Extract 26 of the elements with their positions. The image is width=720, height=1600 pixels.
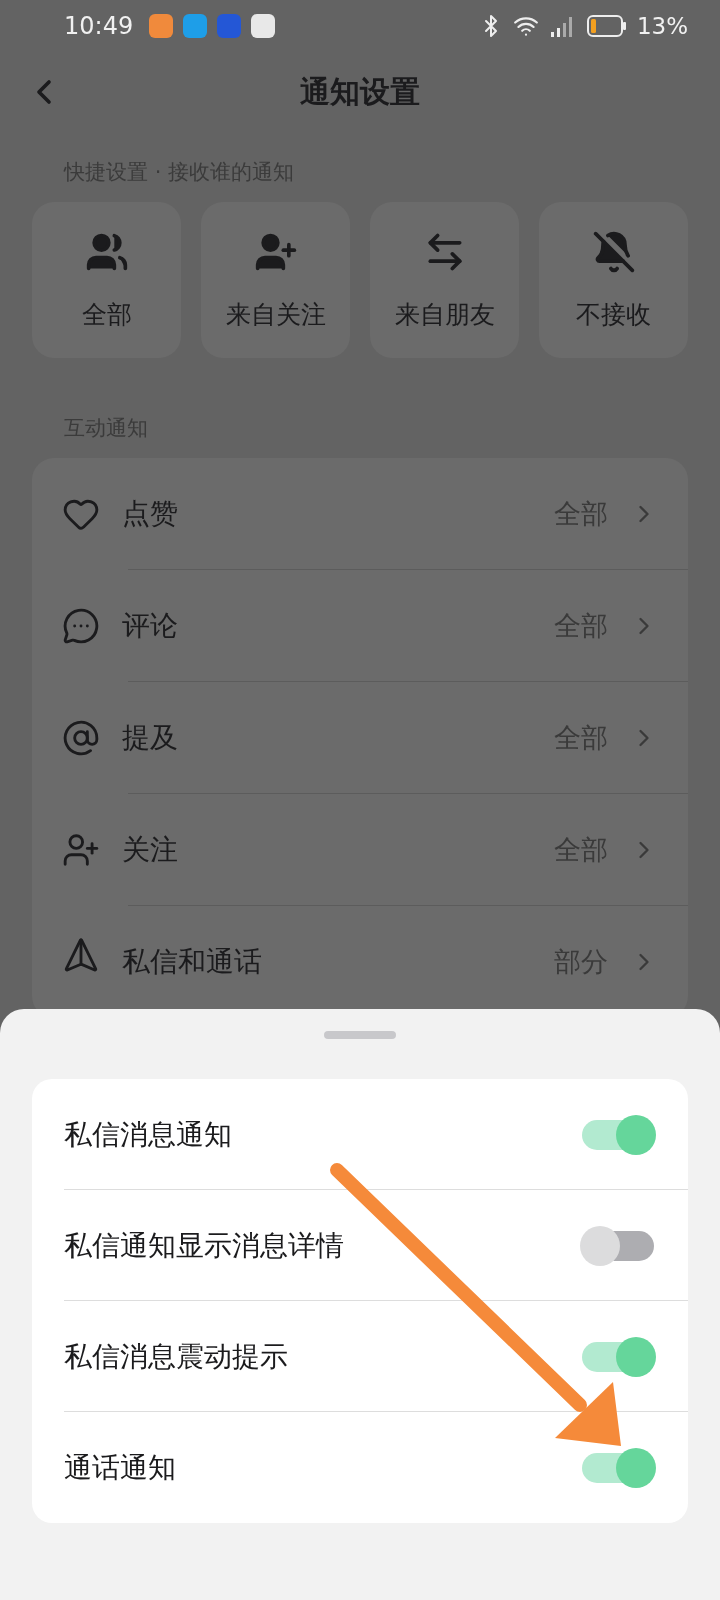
user-plus-icon	[62, 831, 100, 869]
toggle-label: 私信通知显示消息详情	[64, 1227, 345, 1264]
toggle-switch[interactable]	[580, 1225, 656, 1266]
bell-off-icon	[591, 229, 636, 274]
quick-option-card[interactable]: 来自朋友	[370, 202, 519, 358]
setting-label[interactable]: 关注	[122, 831, 532, 869]
toggle-label: 私信消息通知	[64, 1116, 233, 1153]
page-title: 通知设置	[300, 72, 420, 111]
setting-label[interactable]: 评论	[122, 607, 532, 645]
toggle-switch[interactable]	[580, 1447, 656, 1488]
toggle-label: 通话通知	[64, 1449, 177, 1486]
setting-label[interactable]: 提及	[122, 719, 532, 757]
setting-label[interactable]: 私信和通话	[122, 943, 532, 981]
toggle-switch[interactable]	[580, 1336, 656, 1377]
comment-icon	[62, 607, 100, 645]
quick-option-card[interactable]: 全部	[32, 202, 181, 358]
setting-label[interactable]: 点赞	[122, 495, 532, 533]
quick-option-card[interactable]: 来自关注	[201, 202, 350, 358]
battery-percentage: 13%	[636, 13, 688, 39]
drag-handle[interactable]	[324, 1031, 396, 1039]
status-time: 10:49	[64, 12, 134, 40]
quick-option-card[interactable]: 不接收	[539, 202, 688, 358]
battery-icon	[586, 15, 627, 37]
toggle-switch[interactable]	[580, 1114, 656, 1155]
toggle-label: 私信消息震动提示	[64, 1338, 289, 1375]
at-icon	[62, 719, 100, 757]
